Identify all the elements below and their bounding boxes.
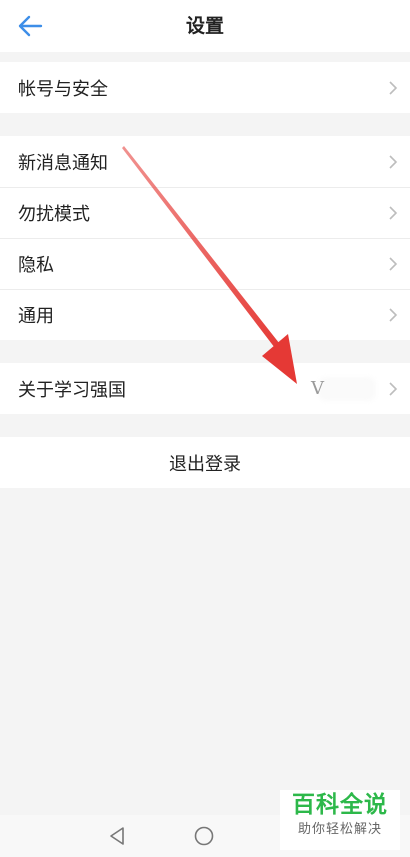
logout-button[interactable]: 退出登录 [0, 437, 410, 488]
blurred-version [318, 377, 376, 401]
back-triangle-icon[interactable] [104, 823, 130, 849]
account-group: 帐号与安全 [0, 62, 410, 113]
chevron-right-icon [389, 308, 398, 322]
settings-item-do-not-disturb[interactable]: 勿扰模式 [0, 187, 410, 238]
page-title: 设置 [185, 15, 224, 37]
settings-item-general[interactable]: 通用 [0, 289, 410, 340]
watermark: 百科全说 助你轻松解决 [280, 790, 400, 850]
chevron-right-icon [389, 206, 398, 220]
settings-item-notifications[interactable]: 新消息通知 [0, 136, 410, 187]
settings-item-label: 隐私 [18, 255, 54, 276]
chevron-right-icon [389, 154, 398, 169]
settings-item-label: 新消息通知 [18, 152, 108, 174]
settings-item-account-security[interactable]: 帐号与安全 [0, 62, 410, 113]
chevron-right-icon [389, 257, 398, 271]
settings-item-about[interactable]: 关于学习强国 V [0, 363, 410, 414]
annotation-arrow [122, 146, 297, 384]
general-group: 新消息通知 勿扰模式 隐私 通用 [0, 136, 410, 340]
version-value: V [311, 378, 324, 399]
about-group: 关于学习强国 V [0, 363, 410, 414]
home-circle-icon[interactable] [191, 823, 217, 849]
chevron-right-icon [389, 381, 398, 396]
logout-label: 退出登录 [169, 453, 241, 475]
watermark-title: 百科全说 [292, 792, 388, 818]
settings-item-label: 帐号与安全 [18, 78, 108, 100]
watermark-subtitle: 助你轻松解决 [297, 822, 382, 837]
settings-item-label: 关于学习强国 [18, 379, 126, 401]
settings-item-privacy[interactable]: 隐私 [0, 238, 410, 289]
settings-item-label: 通用 [18, 306, 54, 327]
settings-item-label: 勿扰模式 [18, 204, 90, 225]
chevron-right-icon [389, 80, 398, 95]
top-bar: 设置 [0, 0, 410, 52]
